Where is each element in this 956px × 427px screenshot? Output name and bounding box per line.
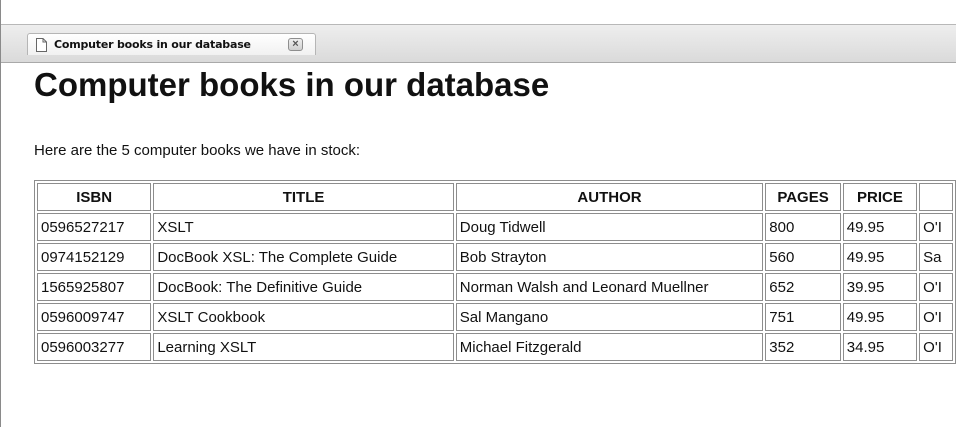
books-table: ISBN TITLE AUTHOR PAGES PRICE 0596527217… <box>34 180 956 364</box>
tab-computer-books[interactable]: Computer books in our database × <box>27 33 316 55</box>
author-cell: Sal Mangano <box>455 303 764 331</box>
pages-cell: 652 <box>765 273 841 301</box>
close-icon[interactable]: × <box>288 38 303 51</box>
column-header-publisher <box>919 183 953 211</box>
publisher-cell: O'I <box>919 333 953 361</box>
page-content: Computer books in our database Here are … <box>34 66 956 364</box>
publisher-cell: O'I <box>919 273 953 301</box>
tab-bar: Computer books in our database × <box>1 24 956 63</box>
table-header-row: ISBN TITLE AUTHOR PAGES PRICE <box>37 183 953 211</box>
author-cell: Michael Fitzgerald <box>455 333 764 361</box>
pages-cell: 352 <box>765 333 841 361</box>
isbn-cell: 0596527217 <box>37 213 152 241</box>
author-cell: Bob Strayton <box>455 243 764 271</box>
browser-window: Computer books in our database × Compute… <box>0 0 956 427</box>
column-header-title: TITLE <box>153 183 454 211</box>
intro-text: Here are the 5 computer books we have in… <box>34 142 361 159</box>
title-cell: Learning XSLT <box>153 333 454 361</box>
author-cell: Norman Walsh and Leonard Muellner <box>455 273 764 301</box>
table-row: 0596003277 Learning XSLT Michael Fitzger… <box>37 333 953 361</box>
column-header-author: AUTHOR <box>455 183 764 211</box>
isbn-cell: 1565925807 <box>37 273 152 301</box>
pages-cell: 751 <box>765 303 841 331</box>
isbn-cell: 0596009747 <box>37 303 152 331</box>
tab-label: Computer books in our database <box>54 38 251 51</box>
pages-cell: 800 <box>765 213 841 241</box>
price-cell: 49.95 <box>842 303 918 331</box>
isbn-cell: 0974152129 <box>37 243 152 271</box>
title-cell: XSLT Cookbook <box>153 303 454 331</box>
price-cell: 34.95 <box>842 333 918 361</box>
price-cell: 39.95 <box>842 273 918 301</box>
pages-cell: 560 <box>765 243 841 271</box>
title-cell: DocBook: The Definitive Guide <box>153 273 454 301</box>
table-row: 0596527217 XSLT Doug Tidwell 800 49.95 O… <box>37 213 953 241</box>
table-row: 0974152129 DocBook XSL: The Complete Gui… <box>37 243 953 271</box>
price-cell: 49.95 <box>842 243 918 271</box>
page-icon <box>36 37 47 52</box>
page-title: Computer books in our database <box>34 66 550 103</box>
column-header-isbn: ISBN <box>37 183 152 211</box>
table-row: 0596009747 XSLT Cookbook Sal Mangano 751… <box>37 303 953 331</box>
isbn-cell: 0596003277 <box>37 333 152 361</box>
table-row: 1565925807 DocBook: The Definitive Guide… <box>37 273 953 301</box>
author-cell: Doug Tidwell <box>455 213 764 241</box>
column-header-price: PRICE <box>842 183 918 211</box>
publisher-cell: Sa <box>919 243 953 271</box>
window-border <box>0 0 1 427</box>
title-cell: DocBook XSL: The Complete Guide <box>153 243 454 271</box>
title-cell: XSLT <box>153 213 454 241</box>
publisher-cell: O'I <box>919 303 953 331</box>
price-cell: 49.95 <box>842 213 918 241</box>
column-header-pages: PAGES <box>765 183 841 211</box>
publisher-cell: O'I <box>919 213 953 241</box>
